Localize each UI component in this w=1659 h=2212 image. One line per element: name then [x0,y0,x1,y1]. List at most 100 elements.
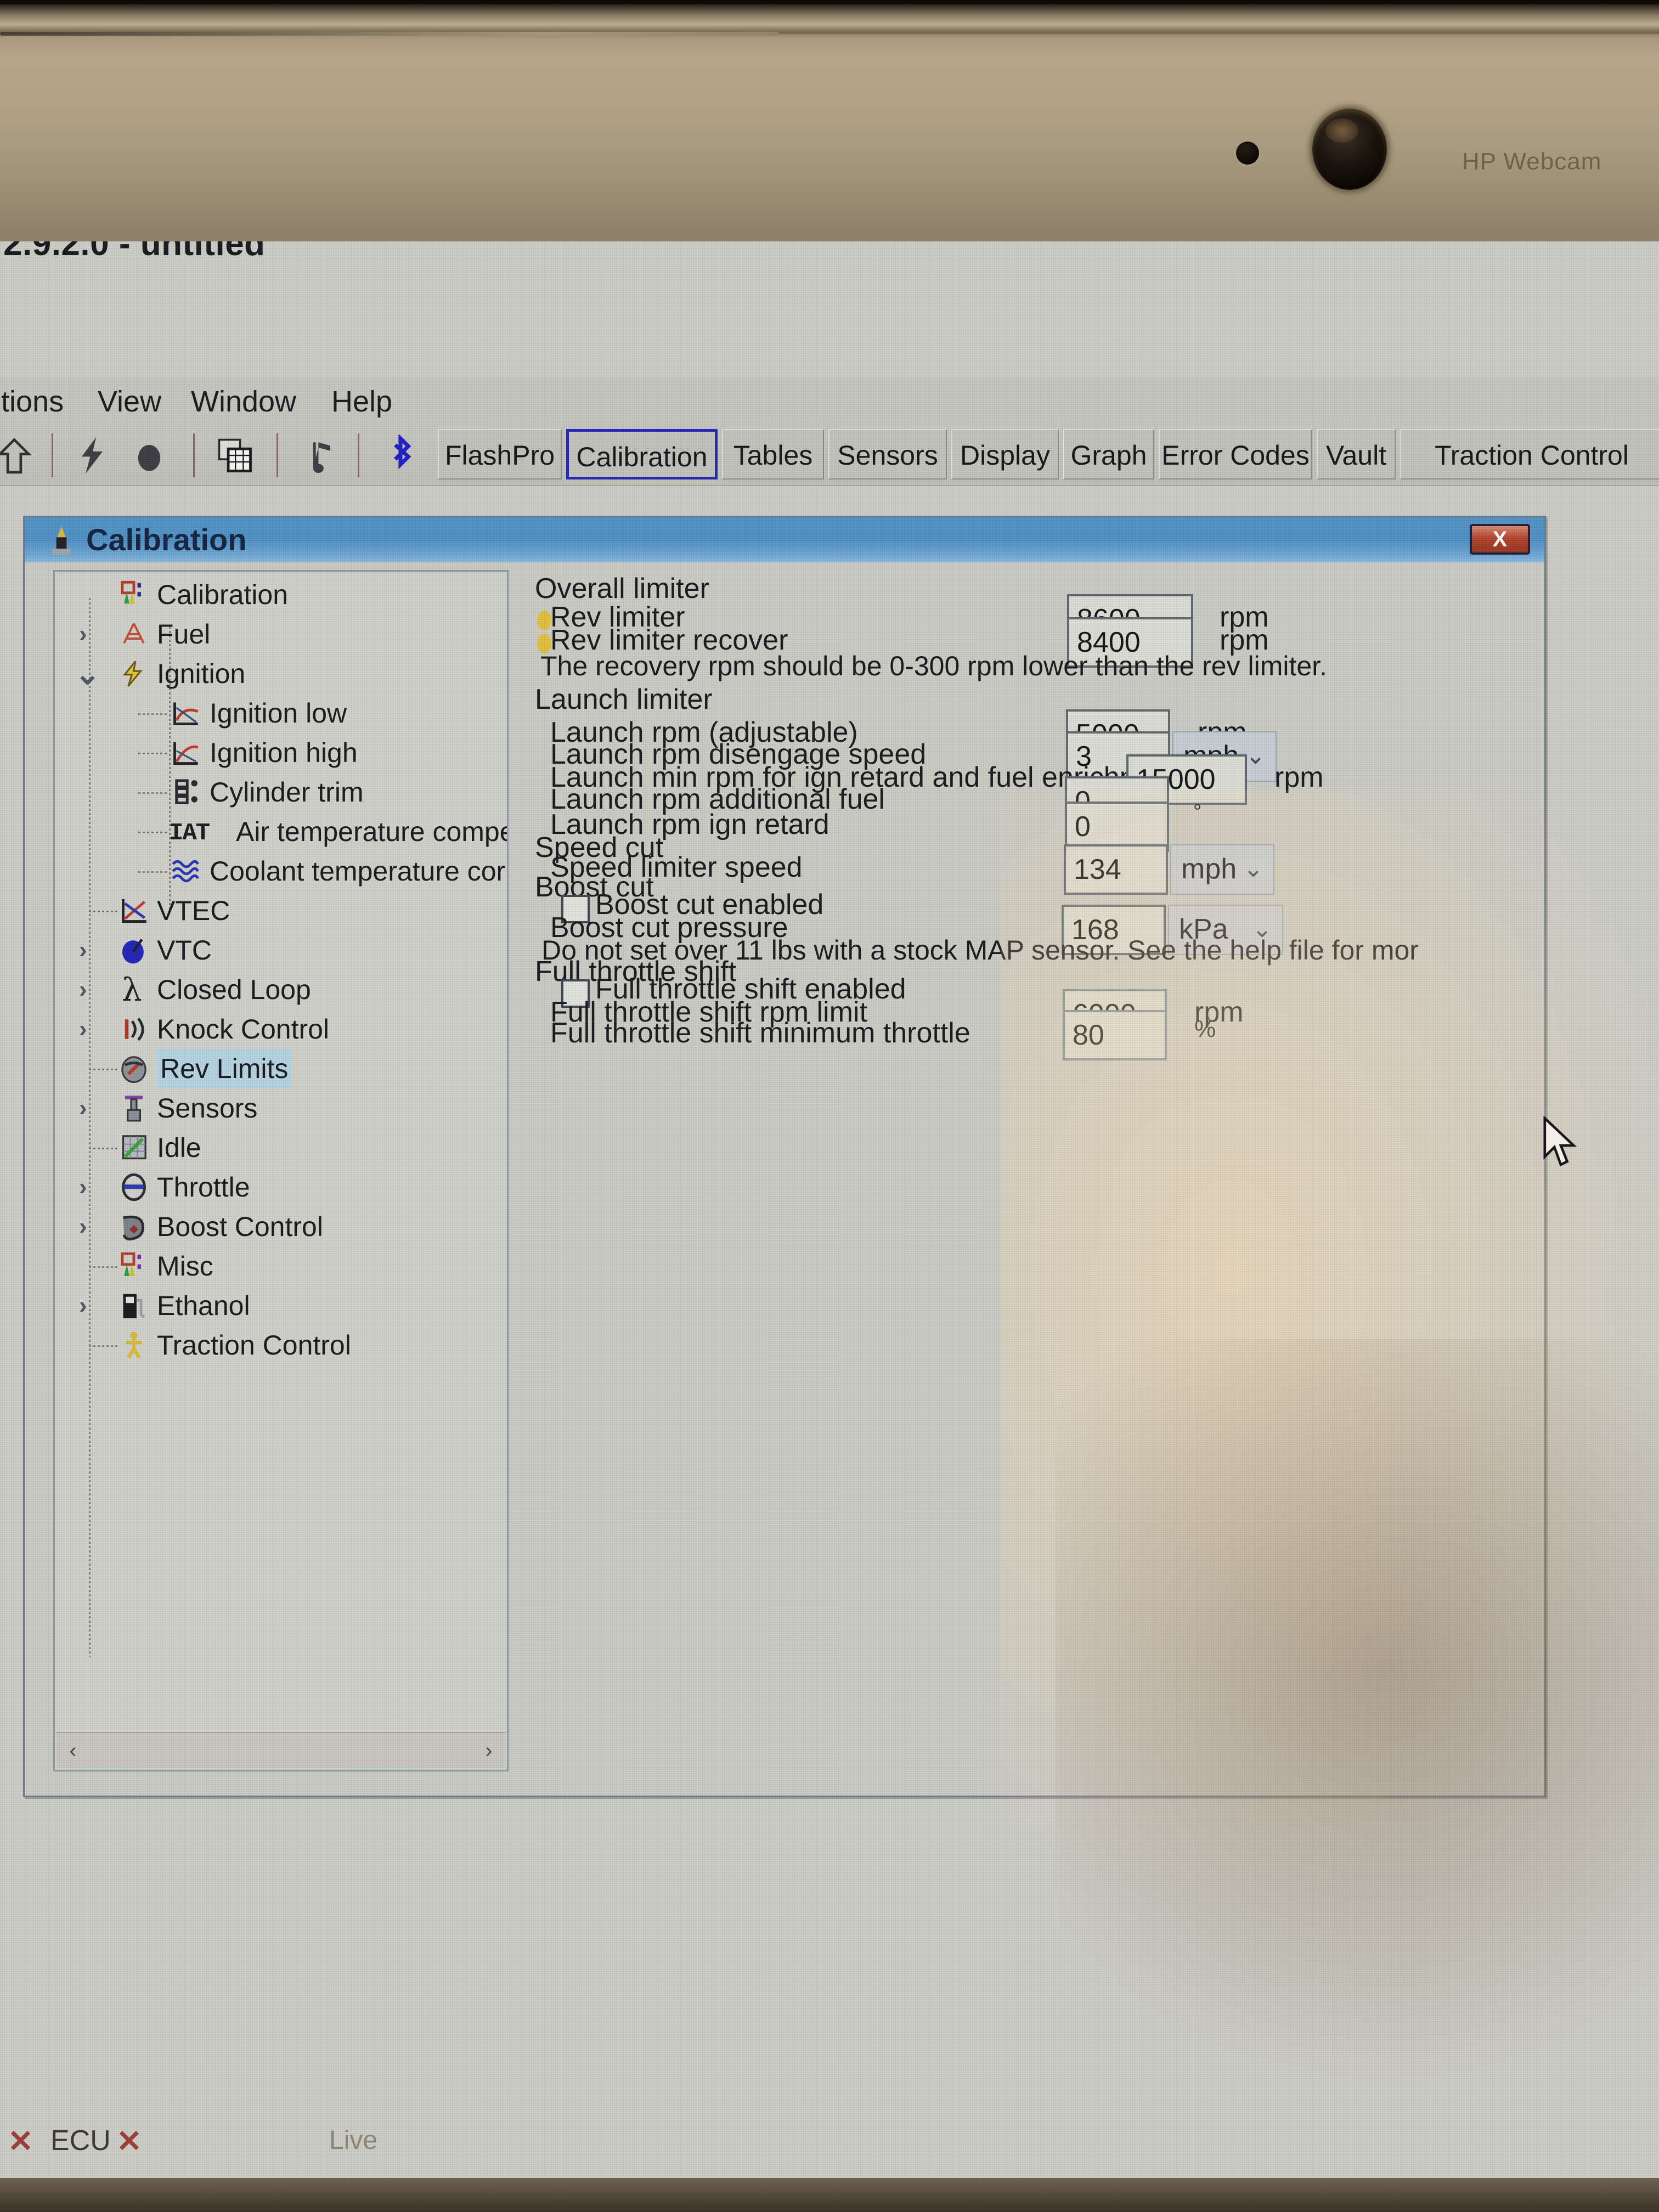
status-bar: ✕ ECU ✕ Live [0,2112,1659,2178]
tree-item-ethanol[interactable]: › Ethanol [55,1286,507,1325]
cylinder-trim-icon [175,779,198,804]
tree-item-label: Coolant temperature cor [210,856,506,887]
tree-item-ignition[interactable]: ⌄ Ignition [55,654,507,693]
upload-arrow-icon[interactable] [0,435,36,476]
tree-connector [138,792,169,794]
calibration-title-bar[interactable]: Calibration X [25,517,1544,563]
menu-item-options[interactable]: ptions [0,377,64,426]
calibration-window-title: Calibration [86,522,247,557]
chevron-right-icon[interactable]: › [79,970,87,1009]
tree-item-closed-loop[interactable]: › λ Closed Loop [55,970,507,1009]
laptop-hinge-seam [0,32,779,36]
tab-tables[interactable]: Tables [722,429,824,479]
chevron-right-icon[interactable]: › [79,1207,87,1246]
chevron-right-icon[interactable]: › [79,614,87,654]
calibration-tree[interactable]: Calibration › Fuel ⌄ Ignition Ignition l… [53,570,509,1771]
tree-item-vtec[interactable]: VTEC [55,891,507,930]
tree-connector [138,871,169,873]
scroll-right-icon[interactable]: › [476,1737,502,1764]
tree-item-label: Ignition low [210,698,347,729]
tree-item-sensors[interactable]: › Sensors [55,1088,507,1128]
tree-horizontal-scrollbar[interactable]: ‹ › [57,1732,505,1768]
lightning-bolt-icon[interactable] [70,435,114,476]
menu-item-view[interactable]: View [98,377,161,426]
traction-control-icon [126,1331,142,1359]
copy-tables-icon[interactable] [213,435,257,476]
full-throttle-shift-min-throttle-input[interactable]: 80 [1063,1010,1167,1060]
laptop-bezel: HP Webcam [0,0,1659,241]
chevron-down-icon[interactable]: ⌄ [1245,732,1266,780]
tree-item-label: Air temperature compen: [236,816,509,847]
tree-item-label: VTC [157,935,212,966]
group-overall-limiter-title: Overall limiter [535,573,709,605]
tree-item-label: Misc [157,1251,213,1282]
toolbar-separator-2 [193,433,195,477]
tree-item-calibration[interactable]: Calibration [55,575,507,614]
tree-connector [89,1148,120,1149]
tree-item-throttle[interactable]: › Throttle [55,1167,507,1207]
tree-connector [89,1069,120,1070]
rev-limiter-bullet-icon [537,611,551,630]
tree-item-label: Ethanol [157,1290,250,1321]
laptop-screen: 2.9.2.0 - untitled ptions View Window He… [0,241,1659,2178]
tree-item-air-temperature-compensation[interactable]: IAT Air temperature compen: [55,812,507,851]
tree-item-traction-control[interactable]: Traction Control [55,1325,507,1365]
close-icon[interactable]: X [1470,524,1530,555]
fuel-icon [123,623,145,644]
knock-icon [125,1018,144,1041]
tree-item-coolant-temperature-correction[interactable]: Coolant temperature cor [55,851,507,891]
menu-bar: ptions View Window Help [0,377,1659,426]
scroll-left-icon[interactable]: ‹ [60,1737,86,1764]
ignition-icon [122,661,143,687]
launch-min-rpm-unit: rpm [1274,761,1324,793]
misc-icon [121,1252,141,1276]
tree-item-cylinder-trim[interactable]: Cylinder trim [55,772,507,812]
chevron-down-icon[interactable]: ⌄ [75,654,100,693]
chevron-right-icon[interactable]: › [79,930,87,970]
chevron-right-icon[interactable]: › [79,1167,87,1207]
mouse-cursor-icon [1543,1116,1577,1167]
coolant-temp-icon [172,860,199,883]
idle-chart-icon [122,1135,146,1160]
tree-item-vtc[interactable]: › VTC [55,930,507,970]
tab-flashpro[interactable]: FlashPro [438,429,562,479]
chevron-right-icon[interactable]: › [79,1088,87,1128]
tree-item-fuel[interactable]: › Fuel [55,614,507,654]
menu-item-window[interactable]: Window [191,377,296,426]
tree-item-label: VTEC [157,895,230,926]
tree-item-label: Rev Limits [157,1049,292,1088]
tree-item-idle[interactable]: Idle [55,1128,507,1167]
tree-item-label: Traction Control [157,1330,351,1361]
tab-traction-control[interactable]: Traction Control [1400,429,1659,479]
tab-sensors[interactable]: Sensors [828,429,947,479]
live-status-label: Live [329,2126,378,2155]
tree-item-ignition-low[interactable]: Ignition low [55,693,507,733]
tab-display[interactable]: Display [951,429,1059,479]
tree-item-knock-control[interactable]: › Knock Control [55,1009,507,1049]
music-note-icon[interactable] [295,435,339,476]
toolbar-separator [52,433,53,477]
chevron-right-icon[interactable]: › [79,1009,87,1049]
tab-vault[interactable]: Vault [1317,429,1396,479]
record-dot-icon[interactable] [127,435,171,476]
chevron-down-icon[interactable]: ⌄ [1243,845,1263,893]
menu-item-help[interactable]: Help [331,377,392,426]
speed-limiter-speed-unit-select[interactable]: mph ⌄ [1170,844,1274,895]
tab-error-codes[interactable]: Error Codes [1159,429,1312,479]
live-disconnected-icon: ✕ [116,2124,142,2158]
speed-limiter-speed-input[interactable]: 134 [1064,844,1168,895]
tree-item-label: Throttle [157,1172,250,1203]
tree-item-ignition-high[interactable]: Ignition high [55,733,507,772]
tree-item-label: Fuel [157,619,211,650]
tree-item-boost-control[interactable]: › Boost Control [55,1207,507,1246]
tab-calibration[interactable]: Calibration [566,429,718,479]
tab-graph[interactable]: Graph [1063,429,1154,479]
tree-item-misc[interactable]: Misc [55,1246,507,1286]
speed-limiter-speed-unit-value: mph [1181,853,1237,885]
sensor-icon [125,1096,143,1122]
chevron-right-icon[interactable]: › [79,1286,87,1325]
tree-item-rev-limits[interactable]: Rev Limits [55,1049,507,1088]
webcam-label: HP Webcam [1462,148,1602,175]
bluetooth-icon[interactable] [379,435,422,476]
calibration-icon [121,580,141,604]
